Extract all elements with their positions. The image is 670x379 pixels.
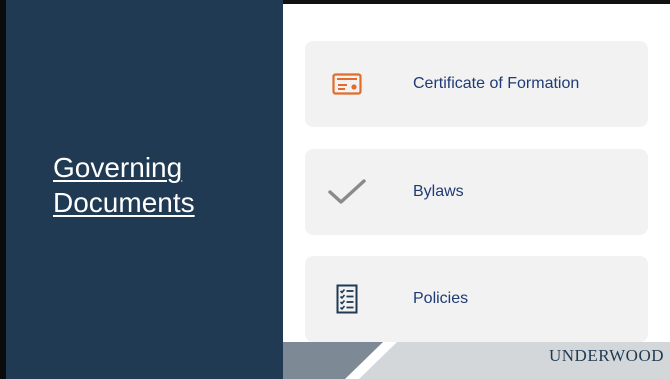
card-label: Certificate of Formation [413,75,580,92]
title-line-1: Governing [53,152,183,183]
card-policies[interactable]: Policies [305,256,648,342]
certificate-icon [327,64,367,104]
slide: Governing Documents Certificate of Forma… [0,0,670,379]
left-border [0,0,6,379]
card-bylaws[interactable]: Bylaws [305,149,648,235]
brand-logo: UNDERWOOD [549,346,664,365]
card-label: Policies [413,290,469,307]
checklist-icon [327,279,367,319]
title-line-2: Documents [53,187,195,218]
card-certificate-of-formation[interactable]: Certificate of Formation [305,41,648,127]
checkmark-icon [327,172,367,212]
title-panel: Governing Documents [0,0,283,379]
card-label: Bylaws [413,183,464,200]
slide-title: Governing Documents [53,150,263,220]
